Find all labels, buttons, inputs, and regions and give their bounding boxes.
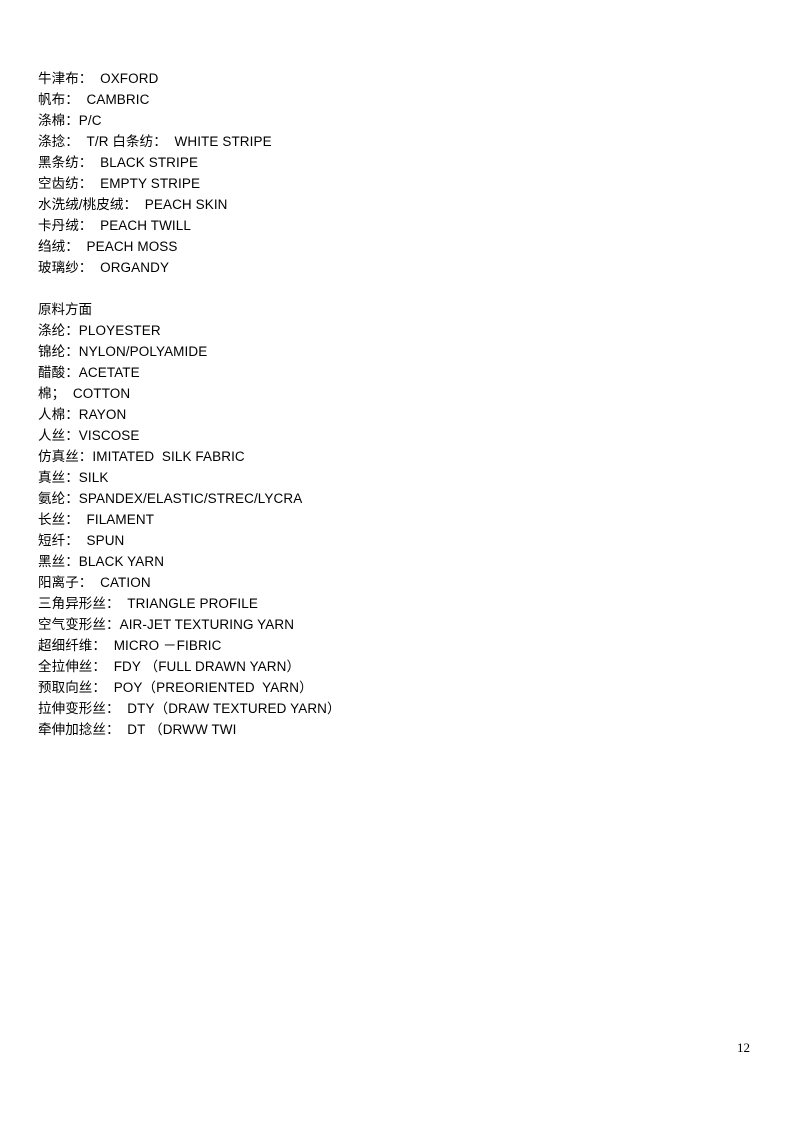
list-item: 空齿纺： EMPTY STRIPE bbox=[38, 176, 201, 191]
list-item: 玻璃纱： ORGANDY bbox=[38, 260, 170, 275]
list-item: 水洗绒/桃皮绒： PEACH SKIN bbox=[38, 197, 228, 212]
list-item: 预取向丝： POY（PREORIENTED YARN） bbox=[38, 680, 313, 695]
list-item: 帆布： CAMBRIC bbox=[38, 92, 150, 107]
list-item: 棉； COTTON bbox=[38, 386, 131, 401]
section-heading-materials: 原料方面 bbox=[38, 302, 92, 317]
list-item: 涤捻： T/R 白条纺： WHITE STRIPE bbox=[38, 134, 272, 149]
list-item: 超细纤维： MICRO －FIBRIC bbox=[38, 638, 222, 653]
list-item: 人棉：RAYON bbox=[38, 407, 127, 422]
list-item: 锦纶：NYLON/POLYAMIDE bbox=[38, 344, 208, 359]
list-item: 醋酸：ACETATE bbox=[38, 365, 140, 380]
list-item: 卡丹绒： PEACH TWILL bbox=[38, 218, 191, 233]
list-item: 黑丝：BLACK YARN bbox=[38, 554, 165, 569]
list-item: 绉绒： PEACH MOSS bbox=[38, 239, 178, 254]
document-body: 牛津布： OXFORD 帆布： CAMBRIC 涤棉：P/C 涤捻： T/R 白… bbox=[38, 68, 738, 740]
list-item: 涤棉：P/C bbox=[38, 113, 102, 128]
list-item: 拉伸变形丝： DTY（DRAW TEXTURED YARN） bbox=[38, 701, 341, 716]
list-item: 涤纶：PLOYESTER bbox=[38, 323, 161, 338]
list-item: 空气变形丝：AIR-JET TEXTURING YARN bbox=[38, 617, 295, 632]
list-item: 长丝： FILAMENT bbox=[38, 512, 155, 527]
list-item: 氨纶：SPANDEX/ELASTIC/STREC/LYCRA bbox=[38, 491, 303, 506]
list-item: 三角异形丝： TRIANGLE PROFILE bbox=[38, 596, 258, 611]
list-item: 人丝：VISCOSE bbox=[38, 428, 140, 443]
fabric-terms-list: 牛津布： OXFORD 帆布： CAMBRIC 涤棉：P/C 涤捻： T/R 白… bbox=[38, 68, 738, 278]
list-item: 黑条纺： BLACK STRIPE bbox=[38, 155, 199, 170]
list-item: 短纤： SPUN bbox=[38, 533, 125, 548]
list-item: 真丝：SILK bbox=[38, 470, 109, 485]
list-item: 仿真丝：IMITATED SILK FABRIC bbox=[38, 449, 245, 464]
list-item: 牵伸加捻丝： DT （DRWW TWI bbox=[38, 722, 237, 737]
material-terms-list: 涤纶：PLOYESTER 锦纶：NYLON/POLYAMIDE 醋酸：ACETA… bbox=[38, 320, 738, 740]
list-item: 牛津布： OXFORD bbox=[38, 71, 159, 86]
list-item: 阳离子： CATION bbox=[38, 575, 151, 590]
list-item: 全拉伸丝： FDY （FULL DRAWN YARN） bbox=[38, 659, 301, 674]
document-page: 牛津布： OXFORD 帆布： CAMBRIC 涤棉：P/C 涤捻： T/R 白… bbox=[0, 0, 794, 1123]
page-number: 12 bbox=[737, 1040, 750, 1055]
